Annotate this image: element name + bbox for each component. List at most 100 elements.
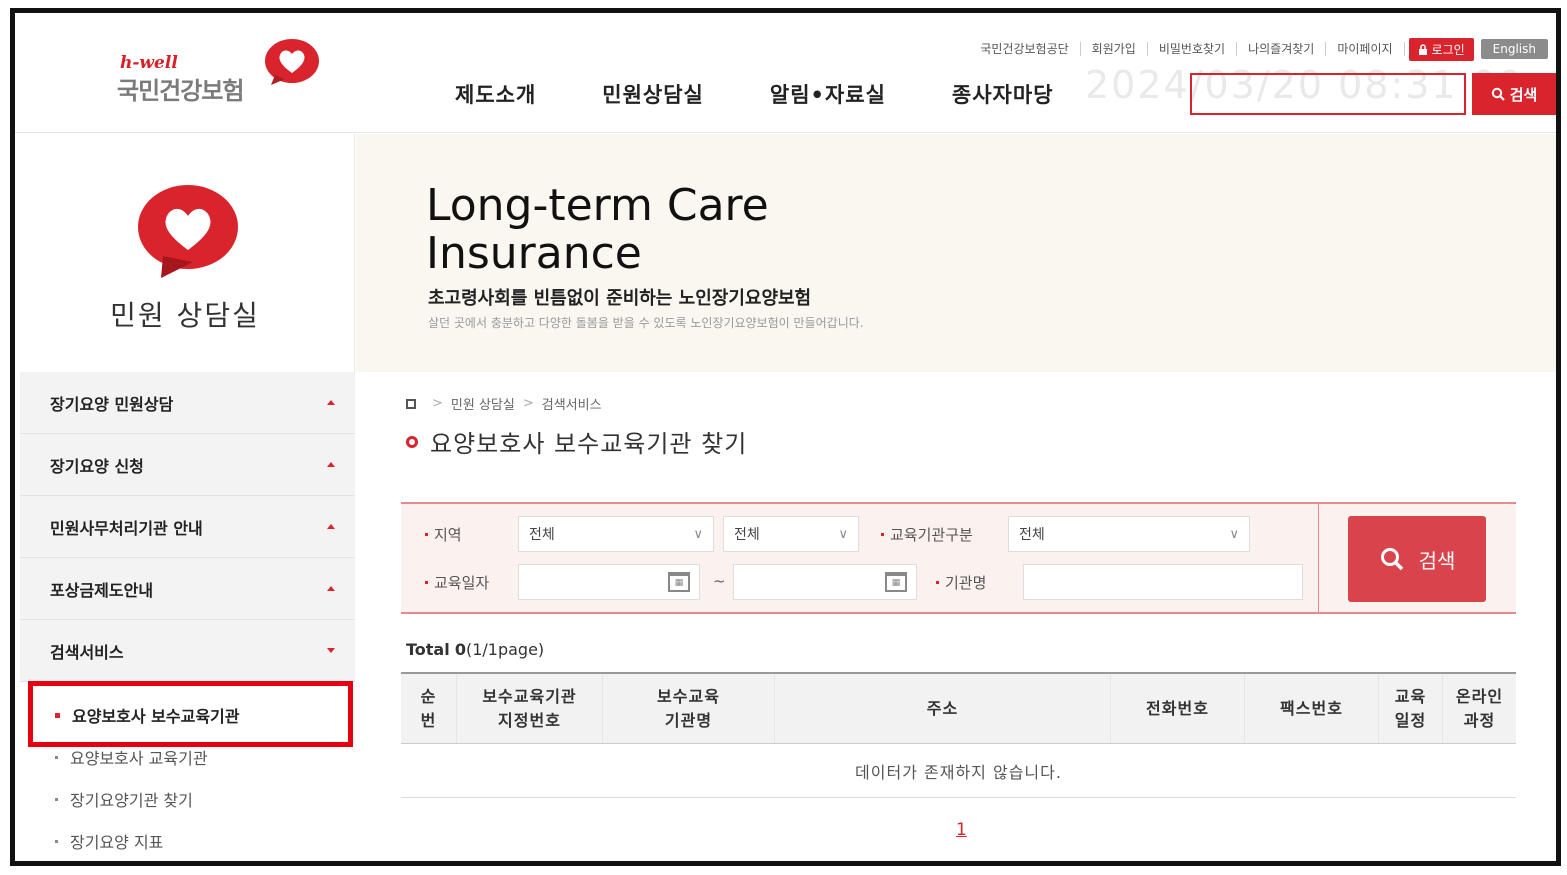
column-header-line: 교육 [1394,686,1427,706]
sidebar-item-label: 장기요양 민원상담 [50,394,174,414]
submenu-item-training-institution[interactable]: 요양보호사 교육기관 [20,736,355,778]
home-icon[interactable] [406,398,416,409]
chevron-down-icon: ∨ [693,526,703,542]
logo-brand: h-well [120,53,178,73]
hero-banner: Long-term Care Insurance 초고령사회를 빈틈없이 준비하… [356,134,1556,372]
sidebar-item-reward[interactable]: 포상금제도안내 [20,558,355,620]
main-content: > 민원 상담실 > 검색서비스 요양보호사 보수교육기관 찾기 지역 전체 ∨… [356,372,1556,861]
site-header: h-well 국민건강보험 국민건강보험공단 회원가입 비밀번호찾기 나의즐겨찾… [15,13,1556,133]
util-link-nhis[interactable]: 국민건강보험공단 [969,42,1081,56]
sidebar-item-label: 장기요양 신청 [50,456,144,476]
nav-item-intro[interactable]: 제도소개 [455,79,536,109]
type-label: 교육기관구분 [881,524,973,545]
search-button[interactable]: 검색 [1348,516,1486,602]
type-label-text: 교육기관구분 [890,526,973,544]
submenu-item-indicators[interactable]: 장기요양 지표 [20,820,355,861]
sidebar-item-search-service[interactable]: 검색서비스 [20,620,355,682]
column-header-fax: 팩스번호 [1245,674,1379,743]
utility-nav: 국민건강보험공단 회원가입 비밀번호찾기 나의즐겨찾기 마이페이지 로그인 En… [969,37,1548,61]
util-link-mypage[interactable]: 마이페이지 [1326,42,1405,56]
search-form-divider [1318,504,1319,612]
date-separator: ~ [713,572,726,590]
institution-type-select[interactable]: 전체 ∨ [1008,516,1250,552]
header-search-button[interactable]: 검색 [1472,73,1556,115]
main-nav: 제도소개 민원상담실 알림•자료실 종사자마당 [455,79,1120,109]
chevron-up-icon [327,586,335,591]
column-header-designation-no: 보수교육기관 지정번호 [457,674,603,743]
column-header-line: 기관명 [664,710,713,730]
region-select-1-value: 전체 [529,527,555,543]
column-header-line: 일정 [1394,710,1427,730]
submenu-item-label: 요양보호사 보수교육기관 [72,707,240,726]
date-label: 교육일자 [425,572,489,593]
bullet-icon [425,581,428,584]
search-icon [1380,548,1403,571]
util-link-favorites[interactable]: 나의즐겨찾기 [1237,42,1327,56]
column-header-no: 순번 [401,674,457,743]
submenu-item-label: 장기요양 지표 [70,833,164,852]
lock-icon [1418,43,1427,55]
sidebar-item-apply[interactable]: 장기요양 신청 [20,434,355,496]
chevron-down-icon: ∨ [838,526,848,542]
util-link-find-password[interactable]: 비밀번호찾기 [1148,42,1238,56]
search-button-label: 검색 [1418,548,1456,573]
region-select-2[interactable]: 전체 ∨ [723,516,859,552]
search-form: 지역 전체 ∨ 전체 ∨ 교육기관구분 전체 ∨ 교육일자 ▦ ~ ▦ 기관명 … [401,502,1516,614]
english-button[interactable]: English [1480,39,1548,59]
login-label: 로그인 [1431,42,1465,57]
date-label-text: 교육일자 [434,574,490,592]
sidebar-header: 민원 상담실 [15,134,355,372]
sidebar-item-label: 민원사무처리기관 안내 [50,518,203,538]
submenu-item-label: 요양보호사 교육기관 [70,749,208,768]
page-info: (1/1page) [465,640,545,659]
banner-subtitle: 초고령사회를 빈틈없이 준비하는 노인장기요양보험 [428,288,812,309]
sidebar-item-label: 검색서비스 [50,642,124,662]
chevron-down-icon [327,648,335,653]
page-title: 요양보호사 보수교육기관 찾기 [406,424,747,459]
calendar-icon[interactable]: ▦ [668,572,690,592]
submenu-item-label: 장기요양기관 찾기 [70,791,193,810]
breadcrumb-separator: > [522,396,534,411]
table-header: 순번 보수교육기관 지정번호 보수교육 기관명 주소 전화번호 팩스번호 교육 … [401,672,1516,744]
chevron-up-icon [327,400,335,405]
nav-item-civil[interactable]: 민원상담실 [602,79,704,109]
column-header-line: 주소 [926,698,959,718]
submenu-item-refresher-institution[interactable]: 요양보호사 보수교육기관 [20,694,355,736]
bullet-icon [55,839,58,843]
login-button[interactable]: 로그인 [1408,37,1474,61]
pagination-page-1[interactable]: 1 [956,820,967,840]
column-header-schedule: 교육일정 [1379,674,1443,743]
institution-name-input[interactable] [1023,564,1303,600]
column-header-line: 순 [420,686,437,706]
result-total: Total 0(1/1page) [406,640,544,659]
column-header-line: 보수교육기관 [482,686,577,706]
sidebar-submenu: 요양보호사 보수교육기관 요양보호사 교육기관 장기요양기관 찾기 장기요양 지… [20,682,355,861]
calendar-icon[interactable]: ▦ [885,572,907,592]
nav-item-workers[interactable]: 종사자마당 [952,79,1054,109]
nav-item-notice[interactable]: 알림•자료실 [770,79,886,109]
column-header-phone: 전화번호 [1111,674,1245,743]
column-header-institution-name: 보수교육 기관명 [603,674,775,743]
column-header-line: 번 [420,710,437,730]
institution-name-label-text: 기관명 [945,574,987,592]
breadcrumb-item[interactable]: 검색서비스 [542,394,602,413]
column-header-line: 온라인 [1455,686,1504,706]
header-search-input[interactable] [1190,73,1466,115]
total-label: Total [406,640,450,659]
empty-row: 데이터가 존재하지 않습니다. [401,744,1516,798]
breadcrumb-item[interactable]: 민원 상담실 [451,394,515,413]
screenshot-frame: h-well 국민건강보험 국민건강보험공단 회원가입 비밀번호찾기 나의즐겨찾… [10,8,1561,866]
heart-icon [138,185,238,278]
submenu-item-find-facility[interactable]: 장기요양기관 찾기 [20,778,355,820]
column-header-line: 과정 [1463,710,1496,730]
search-icon [1491,87,1505,101]
column-header-address: 주소 [775,674,1111,743]
sidebar-item-civil-consult[interactable]: 장기요양 민원상담 [20,372,355,434]
util-link-join[interactable]: 회원가입 [1081,42,1148,56]
heart-logo-icon [265,39,319,85]
region-select-1[interactable]: 전체 ∨ [518,516,714,552]
banner-title-line2: Insurance [426,228,642,279]
sidebar-title: 민원 상담실 [110,299,260,332]
sidebar-item-offices[interactable]: 민원사무처리기관 안내 [20,496,355,558]
site-logo[interactable]: h-well 국민건강보험 [115,35,325,105]
